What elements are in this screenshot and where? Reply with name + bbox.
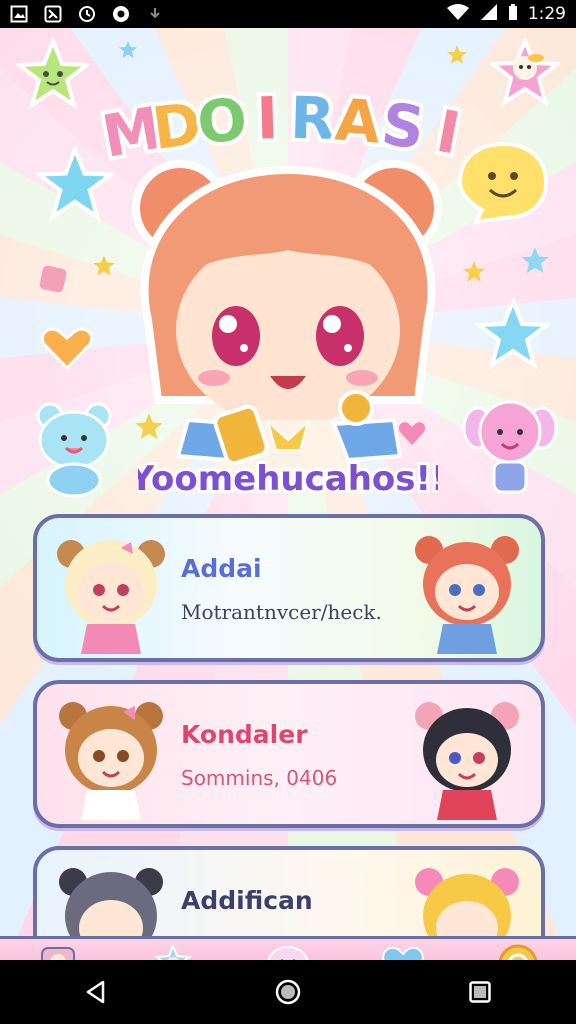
card-title: Addifican [181,886,314,916]
orange-heart-sticker-icon [41,327,93,370]
hero-subtitle: Yoomehucahos!! [138,459,438,499]
small-star-icon [93,255,115,276]
sun-badge-icon [499,944,538,960]
photo-icon [10,5,28,23]
home-circle-icon [275,979,301,1005]
download-icon [146,5,164,23]
brown-hair-girl-avatar [59,702,163,820]
small-star-icon [463,261,485,282]
bear-plush-sticker-icon [36,402,112,498]
character-card[interactable]: Kondaler Sommins, 0406 [33,680,545,828]
battery-icon [508,3,518,26]
ghost-chat-icon [267,945,309,960]
green-star-sticker-icon [16,38,90,110]
app-screen: MDOIRASI Yoomehucahos!! Addai Motrantnvc… [0,28,576,960]
pink-cube-icon [39,265,67,293]
bottom-navigation [0,936,576,960]
settings-tab[interactable] [493,941,543,960]
small-star-icon [119,41,137,58]
chat-icon [112,5,130,23]
wifi-icon [446,3,470,26]
character-card[interactable]: Addai Motrantnvcer/heck. [33,514,545,662]
chat-tab[interactable] [263,941,313,960]
card-title: Kondaler [181,720,309,750]
pink-star-bunny-sticker-icon [490,38,560,107]
blonde-girl-avatar [57,540,165,654]
blue-star-sticker-icon [476,298,550,370]
small-star-icon [447,45,467,64]
back-button[interactable] [66,967,126,1017]
pink-fairy-sticker-icon [462,400,558,494]
card-subtitle: Sommins, 0406 [181,766,338,790]
recents-button[interactable] [450,967,510,1017]
favorites-tab[interactable] [378,941,428,960]
home-tab[interactable] [33,941,83,960]
hero-character-illustration [132,160,442,480]
sync-icon [78,5,96,23]
small-star-icon [521,247,549,273]
signal-icon [480,3,498,26]
friends-tab[interactable] [148,941,198,960]
status-bar: 1:29 [0,0,576,28]
hero-subtitle-banner: Yoomehucahos!! [138,456,438,502]
heart-icon [382,946,424,960]
home-button[interactable] [258,967,318,1017]
recents-square-icon [469,981,491,1003]
system-navigation-bar [0,960,576,1024]
redhead-girl-avatar [415,536,519,654]
card-subtitle: Motrantnvcer/heck. [181,600,382,624]
friends-icon [154,943,192,960]
photo-album-icon [40,946,75,960]
dark-hair-girl-avatar [415,702,519,820]
card-title: Addai [181,554,263,584]
image-icon [44,5,62,23]
back-triangle-icon [86,980,105,1004]
status-time: 1:29 [527,4,566,24]
